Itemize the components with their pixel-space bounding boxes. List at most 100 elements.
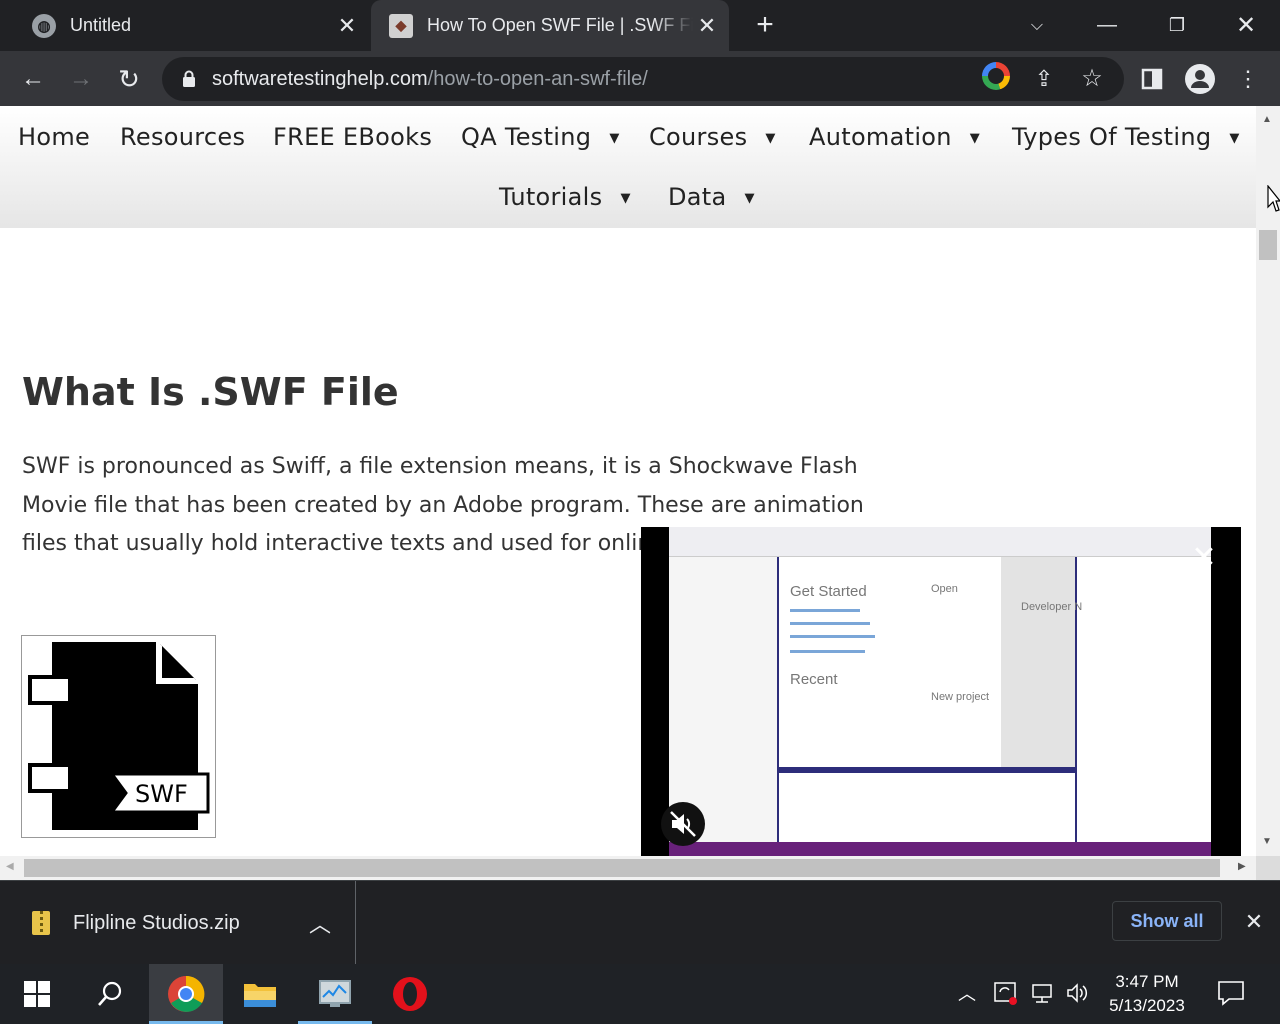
video-close-icon[interactable]: ✕ <box>1189 543 1219 573</box>
scroll-down-arrow-icon[interactable]: ▼ <box>1262 836 1272 847</box>
folder-icon <box>244 984 276 1007</box>
horizontal-scrollbar[interactable]: ◀ ▶ <box>0 856 1256 880</box>
tab-strip: ◍ Untitled ✕ ◆ How To Open SWF File | .S… <box>0 0 1280 51</box>
nav-label: Tutorials <box>499 183 603 211</box>
new-tab-button[interactable]: + <box>748 8 782 42</box>
close-tab-icon[interactable]: ✕ <box>693 13 721 39</box>
menu-kebab-icon[interactable]: ⋮ <box>1231 62 1265 96</box>
taskbar-opera[interactable] <box>373 964 447 1024</box>
nav-resources[interactable]: Resources <box>120 123 245 151</box>
article-heading: What Is .SWF File <box>22 370 399 414</box>
dropdown-caret-icon: ▼ <box>765 131 776 146</box>
notifications-icon[interactable] <box>1217 980 1245 1012</box>
downloads-bar: Flipline Studios.zip ︿ Show all ✕ <box>0 880 1280 965</box>
scroll-left-arrow-icon[interactable]: ◀ <box>6 861 14 872</box>
site-favicon-icon: ◆ <box>389 13 413 38</box>
nav-automation[interactable]: Automation ▼ <box>809 123 980 151</box>
dropdown-caret-icon: ▼ <box>744 191 755 206</box>
scrollbar-corner <box>1256 856 1280 880</box>
browser-toolbar: ← → ↻ softwaretestinghelp.com/how-to-ope… <box>0 51 1280 106</box>
video-mute-button[interactable] <box>661 802 705 846</box>
share-icon[interactable]: ⇪ <box>1027 62 1061 96</box>
mouse-cursor-icon <box>1267 185 1280 212</box>
windows-logo-icon <box>24 981 50 1007</box>
horizontal-scroll-thumb[interactable] <box>24 859 1220 877</box>
zip-file-icon <box>32 911 50 935</box>
url-domain: softwaretestinghelp.com <box>212 67 428 90</box>
forward-button[interactable]: → <box>64 62 98 96</box>
swf-label: SWF <box>135 780 188 808</box>
volume-icon[interactable] <box>1065 980 1091 1012</box>
video-new-project: New project <box>931 691 990 703</box>
nav-label: QA Testing <box>461 123 592 151</box>
vertical-scroll-thumb[interactable] <box>1259 230 1277 260</box>
google-lens-icon[interactable] <box>982 62 1010 90</box>
minimize-button[interactable]: — <box>1072 14 1142 37</box>
nav-types-of-testing[interactable]: Types Of Testing ▼ <box>1012 123 1240 151</box>
taskbar-file-explorer[interactable] <box>223 964 297 1024</box>
tab-swf-article[interactable]: ◆ How To Open SWF File | .SWF File ✕ <box>371 0 729 51</box>
start-button[interactable] <box>0 964 74 1024</box>
chevron-up-icon[interactable]: ︿ <box>306 907 334 937</box>
close-tab-icon[interactable]: ✕ <box>333 13 361 39</box>
download-item[interactable]: Flipline Studios.zip ︿ <box>0 881 356 965</box>
video-developer-news: Developer N <box>1021 601 1083 613</box>
globe-icon: ◍ <box>32 13 56 38</box>
nav-home[interactable]: Home <box>18 123 90 151</box>
scroll-up-arrow-icon[interactable]: ▲ <box>1262 114 1272 125</box>
chrome-icon <box>168 975 205 1012</box>
nav-data[interactable]: Data ▼ <box>668 183 755 211</box>
address-bar[interactable]: softwaretestinghelp.com/how-to-open-an-s… <box>162 57 1124 101</box>
nav-qa-testing[interactable]: QA Testing ▼ <box>461 123 620 151</box>
taskbar-chrome[interactable] <box>149 964 223 1024</box>
nav-label: Courses <box>649 123 748 151</box>
floating-video-player[interactable]: Get Started Open Developer N Recent New … <box>641 527 1241 856</box>
search-button[interactable] <box>73 964 147 1024</box>
vertical-scrollbar[interactable]: ▲ ▼ <box>1256 106 1280 856</box>
opera-icon <box>393 977 427 1011</box>
close-downloads-icon[interactable]: ✕ <box>1240 909 1268 937</box>
clock-date: 5/13/2023 <box>1109 996 1185 1015</box>
profile-avatar[interactable] <box>1183 62 1217 96</box>
video-open: Open <box>931 583 958 595</box>
network-icon[interactable] <box>1030 980 1056 1012</box>
nav-label: Automation <box>809 123 952 151</box>
dropdown-caret-icon: ▼ <box>609 131 620 146</box>
windows-taskbar: ︿ 3:47 PM 5/13/2023 <box>0 964 1280 1024</box>
restore-button[interactable]: ❐ <box>1142 15 1212 36</box>
dropdown-caret-icon: ▼ <box>969 131 981 146</box>
tab-title: Untitled <box>70 15 132 35</box>
clock-time: 3:47 PM <box>1115 972 1179 991</box>
video-frame: Get Started Open Developer N Recent New … <box>669 527 1211 856</box>
speaker-muted-icon <box>670 811 696 837</box>
reload-button[interactable]: ↻ <box>112 62 146 96</box>
nav-free-ebooks[interactable]: FREE EBooks <box>273 123 432 151</box>
search-icon <box>98 981 122 1006</box>
lock-icon[interactable] <box>182 70 196 88</box>
bookmark-star-icon[interactable]: ☆ <box>1075 62 1109 96</box>
nav-tutorials[interactable]: Tutorials ▼ <box>499 183 631 211</box>
nav-label: Types Of Testing <box>1012 123 1212 151</box>
nav-courses[interactable]: Courses ▼ <box>649 123 776 151</box>
side-panel-icon[interactable] <box>1135 62 1169 96</box>
download-filename: Flipline Studios.zip <box>73 912 240 934</box>
dropdown-caret-icon: ▼ <box>620 191 631 206</box>
back-button[interactable]: ← <box>16 62 50 96</box>
tab-title: How To Open SWF File | .SWF File <box>427 15 693 35</box>
window-close-button[interactable]: ✕ <box>1212 11 1280 40</box>
taskbar-app[interactable] <box>298 964 372 1024</box>
dropdown-caret-icon: ▼ <box>1229 131 1240 146</box>
chevron-up-tray-icon[interactable]: ︿ <box>958 980 976 1006</box>
video-recent: Recent <box>790 671 838 688</box>
swf-file-image: SWF <box>21 635 216 838</box>
show-all-button[interactable]: Show all <box>1112 901 1222 941</box>
tab-untitled[interactable]: ◍ Untitled ✕ <box>14 0 369 51</box>
video-get-started: Get Started <box>790 583 867 600</box>
url-text: softwaretestinghelp.com/how-to-open-an-s… <box>212 68 648 91</box>
tab-search-chevron-icon[interactable]: ⌵ <box>1002 17 1072 35</box>
monitor-app-icon <box>319 980 351 1007</box>
site-navigation: Home Resources FREE EBooks QA Testing ▼ C… <box>0 106 1256 228</box>
system-clock[interactable]: 3:47 PM 5/13/2023 <box>1100 970 1194 1018</box>
scroll-right-arrow-icon[interactable]: ▶ <box>1238 861 1246 872</box>
update-sync-icon[interactable] <box>993 980 1019 1012</box>
